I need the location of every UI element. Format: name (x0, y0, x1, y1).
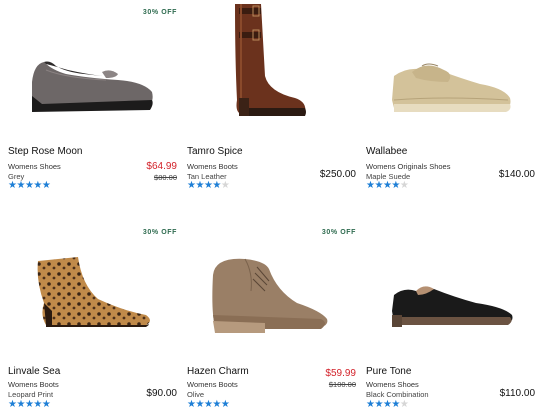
product-category: Womens Originals Shoes (366, 162, 451, 171)
rating-stars: ★★★★★ (366, 399, 409, 410)
star-filled-icon: ★ (220, 399, 230, 410)
product-card-linvale-sea[interactable]: 30% OFF Linvale Sea Womens Boots Leopard… (6, 211, 185, 412)
original-price: $80.00 (154, 173, 177, 182)
star-empty-icon: ★ (220, 180, 230, 191)
product-image-pure-tone[interactable] (364, 211, 536, 349)
product-name[interactable]: Step Rose Moon (8, 146, 83, 157)
grey-wedge-loafer-image (32, 61, 153, 112)
star-filled-icon: ★ (16, 399, 25, 410)
maple-suede-moccasin-image (392, 63, 511, 112)
product-name[interactable]: Tamro Spice (187, 146, 243, 157)
rating-stars: ★★★★★ (8, 399, 51, 410)
star-filled-icon: ★ (195, 180, 204, 191)
price: $140.00 (498, 169, 535, 180)
rating-stars: ★★★★★ (8, 180, 51, 191)
star-empty-icon: ★ (399, 399, 409, 410)
product-image-tamro-spice[interactable] (185, 0, 357, 140)
price-block: $110.00 (500, 368, 535, 399)
rating-stars: ★★★★★ (366, 180, 409, 191)
star-empty-icon: ★ (399, 180, 409, 191)
product-name[interactable]: Hazen Charm (187, 366, 249, 377)
product-category: Womens Boots (187, 380, 238, 389)
star-filled-icon: ★ (391, 180, 400, 191)
star-filled-icon: ★ (195, 399, 204, 410)
price-block: $140.00 (499, 161, 535, 180)
product-name[interactable]: Linvale Sea (8, 366, 60, 377)
product-card-pure-tone[interactable]: Pure Tone Womens Shoes Black Combination… (364, 211, 543, 412)
sale-price: $64.99 (146, 161, 177, 172)
product-color: Black Combination (366, 390, 429, 399)
discount-badge: 30% OFF (142, 229, 177, 236)
star-filled-icon: ★ (391, 399, 400, 410)
product-grid: 30% OFF Step Rose Moon Womens Shoes Grey… (0, 0, 550, 412)
price-block: $64.99 $80.00 (146, 161, 177, 182)
price-block: $90.00 (146, 368, 177, 399)
product-category: Womens Boots (187, 162, 238, 171)
rating-stars: ★★★★★ (187, 399, 230, 410)
star-filled-icon: ★ (33, 399, 42, 410)
price: $250.00 (319, 169, 356, 180)
price-block: $250.00 (320, 161, 356, 180)
discount-badge: 30% OFF (142, 9, 177, 16)
star-filled-icon: ★ (374, 180, 383, 191)
price-block: $59.99 $100.00 (325, 368, 356, 389)
product-color: Leopard Print (8, 390, 54, 399)
product-card-hazen-charm[interactable]: 30% OFF Hazen Charm Womens Boots Olive ★… (185, 211, 364, 412)
product-category: Womens Shoes (8, 162, 61, 171)
product-color: Olive (187, 390, 205, 399)
product-name[interactable]: Pure Tone (366, 366, 411, 377)
star-filled-icon: ★ (16, 180, 25, 191)
product-image-step-rose-moon[interactable] (6, 0, 178, 140)
product-card-step-rose-moon[interactable]: 30% OFF Step Rose Moon Womens Shoes Grey… (6, 0, 185, 219)
product-category: Womens Boots (8, 380, 59, 389)
star-filled-icon: ★ (41, 399, 51, 410)
price: $110.00 (499, 388, 535, 399)
star-filled-icon: ★ (41, 180, 51, 191)
star-filled-icon: ★ (212, 180, 221, 191)
product-name[interactable]: Wallabee (366, 146, 407, 157)
discount-badge: 30% OFF (321, 229, 356, 236)
rating-stars: ★★★★★ (187, 180, 230, 191)
star-filled-icon: ★ (212, 399, 221, 410)
sale-price: $59.99 (325, 368, 356, 379)
tall-brown-riding-boot-image (235, 4, 306, 116)
product-category: Womens Shoes (366, 380, 419, 389)
black-flat-shoe-image (392, 286, 513, 327)
original-price: $100.00 (328, 380, 356, 389)
product-image-wallabee[interactable] (364, 0, 536, 140)
star-filled-icon: ★ (33, 180, 42, 191)
product-card-wallabee[interactable]: Wallabee Womens Originals Shoes Maple Su… (364, 0, 543, 219)
star-filled-icon: ★ (374, 399, 383, 410)
product-card-tamro-spice[interactable]: Tamro Spice Womens Boots Tan Leather ★★★… (185, 0, 364, 219)
price: $90.00 (146, 388, 177, 399)
